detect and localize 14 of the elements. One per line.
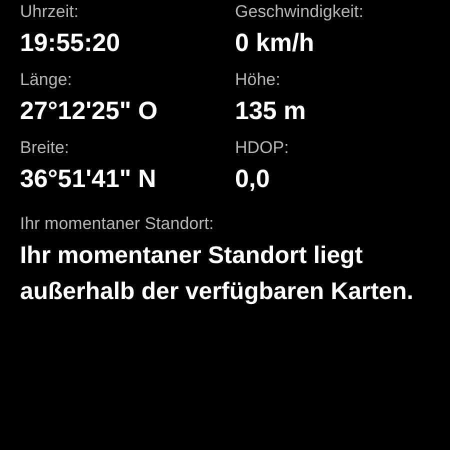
field-label: Länge:	[20, 69, 73, 91]
location-label: Ihr momentaner Standort:	[20, 213, 215, 235]
field-value: 27°12'25" O	[20, 96, 159, 127]
location-message: Ihr momentaner Standort liegt außerhalb der verfügbaren Karten.	[20, 241, 414, 307]
field-label: Uhrzeit:	[20, 1, 80, 23]
field-label: HDOP:	[235, 137, 290, 159]
field-label: Breite:	[20, 137, 70, 159]
field-value: 0,0	[235, 164, 271, 195]
field-value: 36°51'41" N	[20, 164, 158, 195]
field-label: Höhe:	[235, 69, 282, 91]
field-value: 135 m	[235, 96, 307, 127]
field-value: 0 km/h	[235, 28, 316, 59]
field-value: 19:55:20	[20, 28, 122, 59]
field-label: Geschwindigkeit:	[235, 1, 365, 23]
